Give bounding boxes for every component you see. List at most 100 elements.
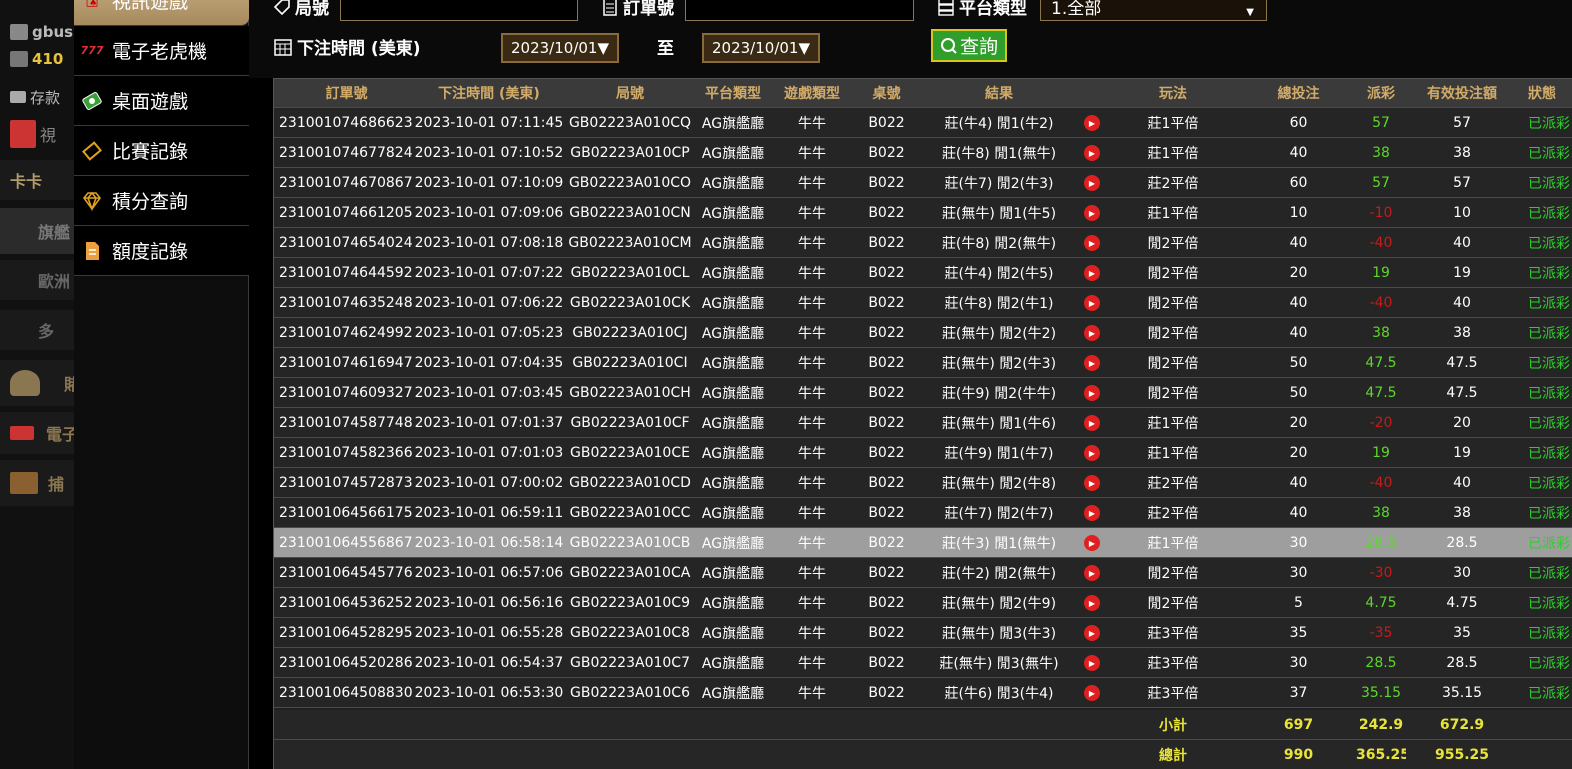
replay-button[interactable]: ▶ [1079, 324, 1105, 342]
table-row[interactable]: 231001064545776 2023-10-01 06:57:06 GB0222… [274, 558, 1572, 588]
round-input[interactable] [340, 0, 578, 21]
cards-icon [10, 120, 36, 148]
total-bet: 37 [1289, 684, 1308, 701]
menu-item-table-games[interactable]: 桌面遊戲 [74, 76, 249, 126]
bg-item-kaka[interactable]: 卡卡 [0, 160, 74, 200]
replay-button[interactable]: ▶ [1079, 414, 1105, 432]
bg-item-multi[interactable]: 多 [0, 310, 74, 350]
table-row[interactable]: 231001074624992 2023-10-01 07:05:23 GB0222… [274, 318, 1572, 348]
replay-button[interactable]: ▶ [1079, 174, 1105, 192]
deposit-link[interactable]: 存款 [0, 84, 74, 110]
menu-item-slots[interactable]: 777 電子老虎機 [74, 26, 249, 76]
valid-bet: 40 [1453, 474, 1471, 491]
total-bet: 10 [1289, 204, 1308, 221]
table-row[interactable]: 231001074587748 2023-10-01 07:01:37 GB0222… [274, 408, 1572, 438]
bet-time: 2023-10-01 07:07:22 [414, 264, 564, 281]
table-row[interactable]: 231001074572873 2023-10-01 07:00:02 GB0222… [274, 468, 1572, 498]
menu-item-match-records[interactable]: 比賽記錄 [74, 126, 249, 176]
order-input[interactable] [685, 0, 914, 21]
table-row[interactable]: 231001074661205 2023-10-01 07:09:06 GB0222… [274, 198, 1572, 228]
valid-bet: 4.75 [1446, 594, 1478, 611]
round-number: GB02223A010CE [570, 444, 690, 461]
bg-item-europe[interactable]: 歐洲 [0, 260, 74, 300]
play-icon: ▶ [1084, 505, 1100, 522]
query-button[interactable]: 查詢 [931, 29, 1007, 62]
replay-button[interactable]: ▶ [1079, 504, 1105, 522]
replay-button[interactable]: ▶ [1079, 144, 1105, 162]
replay-button[interactable]: ▶ [1079, 624, 1105, 642]
bg-item-video[interactable]: 視 [0, 116, 74, 152]
play-icon: ▶ [1084, 205, 1100, 222]
bg-item-fishing[interactable]: 捕 [0, 460, 74, 506]
replay-button[interactable]: ▶ [1079, 114, 1105, 132]
menu-item-points-query[interactable]: 積分查詢 [74, 176, 249, 226]
table-row[interactable]: 231001064566175 2023-10-01 06:59:11 GB0222… [274, 498, 1572, 528]
platform-type: AG旗艦廳 [701, 505, 765, 522]
replay-button[interactable]: ▶ [1079, 294, 1105, 312]
table-row[interactable]: 231001064536252 2023-10-01 06:56:16 GB0222… [274, 588, 1572, 618]
total-bet: 40 [1289, 504, 1308, 521]
column-header: 局號 [616, 86, 644, 102]
column-header: 狀態 [1528, 86, 1556, 102]
game-type: 牛牛 [798, 475, 826, 492]
table-row[interactable]: 231001064556867 2023-10-01 06:58:14 GB0222… [274, 528, 1572, 558]
game-type: 牛牛 [798, 535, 826, 552]
date-from-picker[interactable]: 2023/10/01▼ [501, 33, 619, 63]
table-row[interactable]: 231001074582366 2023-10-01 07:01:03 GB0222… [274, 438, 1572, 468]
bg-item-bet[interactable]: 賭 [0, 360, 74, 406]
table-row[interactable]: 231001074654024 2023-10-01 07:08:18 GB0222… [274, 228, 1572, 258]
replay-button[interactable]: ▶ [1079, 534, 1105, 552]
bg-item-slots[interactable]: 電子 [0, 412, 74, 454]
play-icon: ▶ [1084, 625, 1100, 642]
table-row[interactable]: 231001064508830 2023-10-01 06:53:30 GB0222… [274, 678, 1572, 708]
replay-button[interactable]: ▶ [1079, 444, 1105, 462]
table-row[interactable]: 231001074686623 2023-10-01 07:11:45 GB0222… [274, 108, 1572, 138]
menu-item-live-games[interactable]: 🂡 視訊遊戲 [74, 0, 249, 26]
replay-button[interactable]: ▶ [1079, 264, 1105, 282]
result: 莊(牛8) 閒2(無牛) [941, 235, 1057, 252]
status: 已派彩 [1528, 475, 1570, 492]
bg-item-flagship[interactable]: 旗艦 [0, 208, 74, 254]
round-number: GB02223A010CK [569, 294, 691, 311]
order-number: 231001074587748 [279, 414, 413, 431]
replay-button[interactable]: ▶ [1079, 204, 1105, 222]
round-number: GB02223A010CC [569, 504, 691, 521]
total-row: 總計 990 365.25 955.25 [274, 740, 1572, 769]
replay-button[interactable]: ▶ [1079, 594, 1105, 612]
table-row[interactable]: 231001074677824 2023-10-01 07:10:52 GB0222… [274, 138, 1572, 168]
valid-bet: 35.15 [1441, 684, 1483, 701]
result: 莊(牛9) 閒2(牛牛) [941, 385, 1057, 402]
replay-button[interactable]: ▶ [1079, 684, 1105, 702]
table-row[interactable]: 231001064528295 2023-10-01 06:55:28 GB0222… [274, 618, 1572, 648]
table-row[interactable]: 231001074644592 2023-10-01 07:07:22 GB0222… [274, 258, 1572, 288]
bet-time: 2023-10-01 06:54:37 [414, 654, 564, 671]
payout: 38 [1372, 144, 1390, 161]
table-row[interactable]: 231001074616947 2023-10-01 07:04:35 GB0222… [274, 348, 1572, 378]
order-number: 231001074609327 [279, 384, 413, 401]
order-number: 231001074582366 [279, 444, 413, 461]
replay-button[interactable]: ▶ [1079, 654, 1105, 672]
table-row[interactable]: 231001064520286 2023-10-01 06:54:37 GB0222… [274, 648, 1572, 678]
bet-type: 莊1平倍 [1147, 145, 1199, 162]
order-number: 231001064528295 [279, 624, 413, 641]
platform-select[interactable]: 1.全部 ▼ [1040, 0, 1267, 21]
order-number: 231001074677824 [279, 144, 413, 161]
platform-type: AG旗艦廳 [701, 115, 765, 132]
replay-button[interactable]: ▶ [1079, 474, 1105, 492]
bet-time: 2023-10-01 06:59:11 [414, 504, 564, 521]
replay-button[interactable]: ▶ [1079, 234, 1105, 252]
menu-item-credit-records[interactable]: 額度記錄 [74, 226, 249, 276]
total-bet: 40 [1289, 144, 1308, 161]
table-row[interactable]: 231001074635248 2023-10-01 07:06:22 GB0222… [274, 288, 1572, 318]
replay-button[interactable]: ▶ [1079, 384, 1105, 402]
table-row[interactable]: 231001074609327 2023-10-01 07:03:45 GB0222… [274, 378, 1572, 408]
order-number: 231001064536252 [279, 594, 413, 611]
total-bet: 60 [1289, 114, 1308, 131]
status: 已派彩 [1528, 445, 1570, 462]
game-type: 牛牛 [798, 145, 826, 162]
date-to-picker[interactable]: 2023/10/01▼ [702, 33, 820, 63]
replay-button[interactable]: ▶ [1079, 564, 1105, 582]
game-type: 牛牛 [798, 175, 826, 192]
replay-button[interactable]: ▶ [1079, 354, 1105, 372]
table-row[interactable]: 231001074670867 2023-10-01 07:10:09 GB0222… [274, 168, 1572, 198]
